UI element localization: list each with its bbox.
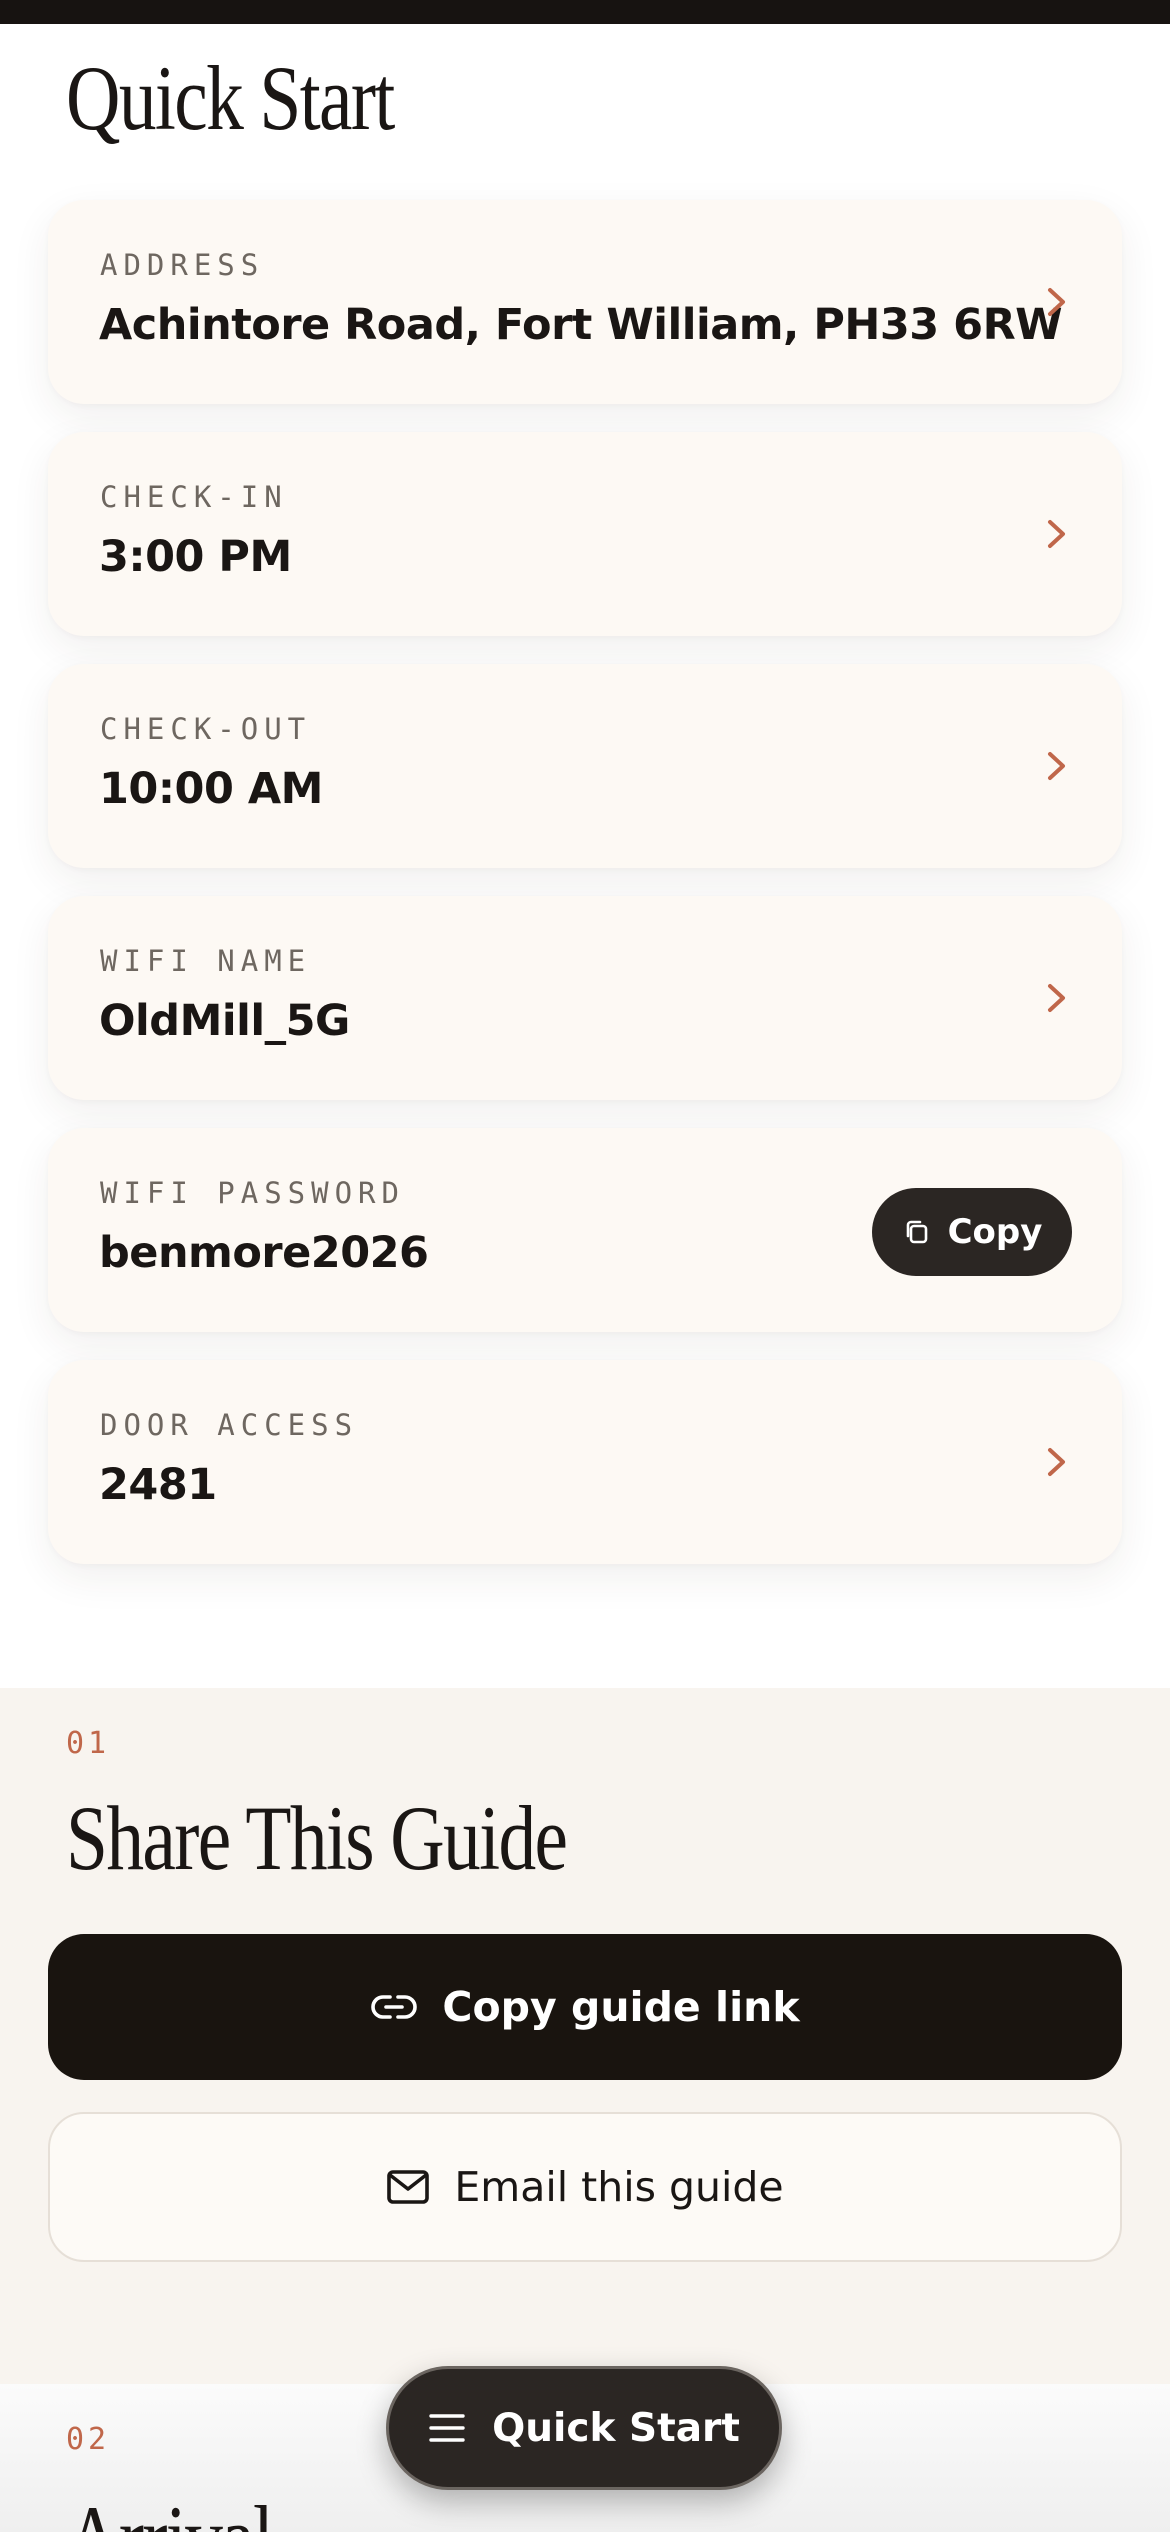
menu-icon [429, 2414, 465, 2442]
card-label: DOOR ACCESS [100, 1408, 359, 1442]
share-section: 01 Share This Guide Copy guide link Emai… [0, 1688, 1170, 2384]
section-title: Share This Guide [66, 1787, 568, 1889]
chevron-right-icon [1048, 520, 1065, 548]
section-number: 01 [66, 1726, 111, 1761]
card-value: 2481 [99, 1460, 217, 1510]
chevron-right-icon [1048, 1448, 1065, 1476]
card-value: OldMill_5G [99, 996, 350, 1046]
mail-icon [387, 2170, 430, 2204]
copy-guide-link-button[interactable]: Copy guide link [48, 1934, 1122, 2080]
section-number: 02 [66, 2422, 111, 2457]
card-label: WIFI NAME [100, 944, 312, 978]
email-guide-label: Email this guide [454, 2163, 784, 2211]
page-title: Quick Start [66, 47, 395, 149]
chevron-right-icon [1048, 288, 1065, 316]
quick-start-fab-label: Quick Start [492, 2405, 740, 2451]
door-access-card[interactable]: DOOR ACCESS 2481 [48, 1360, 1122, 1564]
link-icon [371, 1995, 418, 2019]
check-in-card[interactable]: CHECK-IN 3:00 PM [48, 432, 1122, 636]
copy-icon [906, 1220, 927, 1244]
wifi-password-card: WIFI PASSWORD benmore2026 Copy [48, 1128, 1122, 1332]
chevron-right-icon [1048, 984, 1065, 1012]
copy-password-button[interactable]: Copy [872, 1188, 1072, 1276]
card-label: CHECK-IN [100, 480, 288, 514]
card-label: WIFI PASSWORD [100, 1176, 405, 1210]
card-label: ADDRESS [100, 248, 265, 282]
copy-button-label: Copy [947, 1212, 1043, 1252]
card-value: Achintore Road, Fort William, PH33 6RW [99, 300, 1063, 350]
copy-guide-link-label: Copy guide link [442, 1983, 800, 2031]
chevron-right-icon [1048, 752, 1065, 780]
card-label: CHECK-OUT [100, 712, 312, 746]
card-value: 10:00 AM [99, 764, 323, 814]
check-out-card[interactable]: CHECK-OUT 10:00 AM [48, 664, 1122, 868]
section-title: Arrival [66, 2492, 274, 2532]
quick-start-fab[interactable]: Quick Start [386, 2366, 782, 2490]
email-guide-button[interactable]: Email this guide [48, 2112, 1122, 2262]
card-value: 3:00 PM [99, 532, 292, 582]
status-bar [0, 0, 1170, 24]
card-value: benmore2026 [99, 1228, 429, 1278]
wifi-name-card[interactable]: WIFI NAME OldMill_5G [48, 896, 1122, 1100]
address-card[interactable]: ADDRESS Achintore Road, Fort William, PH… [48, 200, 1122, 404]
